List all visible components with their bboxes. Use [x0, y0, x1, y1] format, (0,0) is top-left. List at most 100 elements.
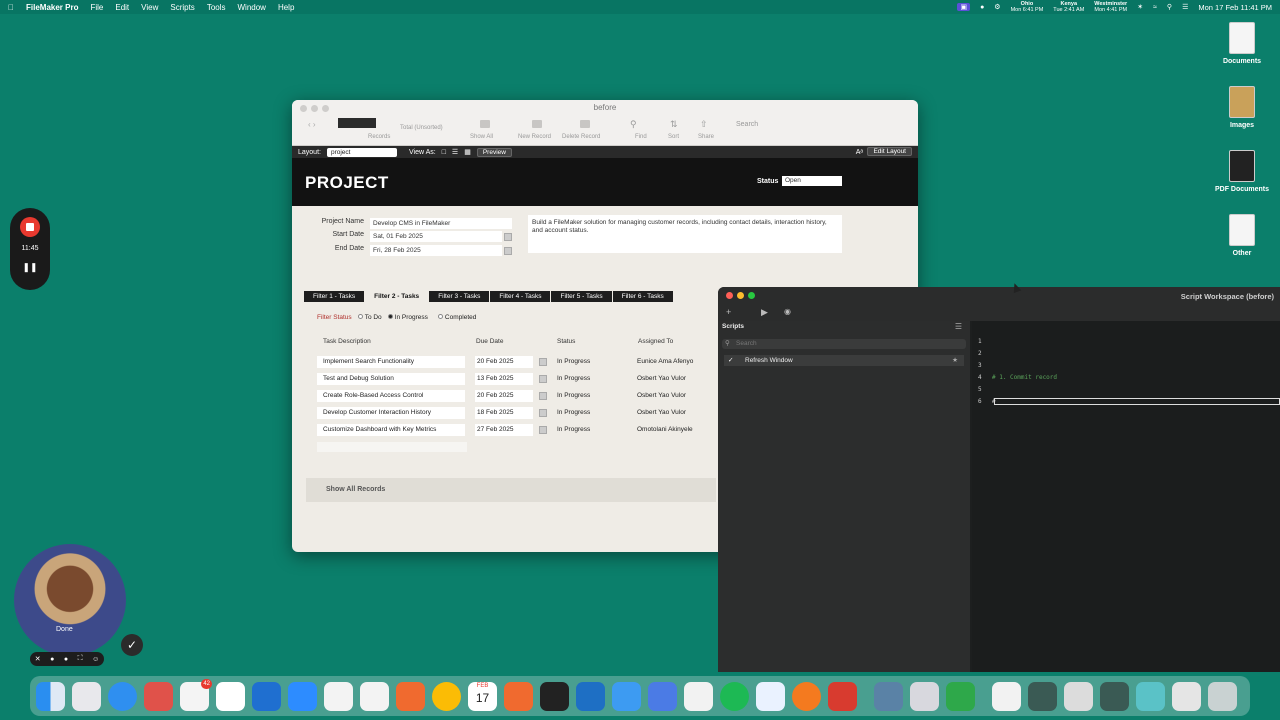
quick-find-input[interactable]: Search — [736, 121, 758, 128]
list-view-icon[interactable]: ☰ — [452, 148, 458, 156]
calendar-icon[interactable] — [539, 426, 547, 434]
finder-icon[interactable] — [36, 681, 65, 711]
sort-button[interactable]: Sort — [668, 134, 679, 140]
bluetooth-icon[interactable]: ✶ — [1137, 3, 1143, 11]
script-editor[interactable]: 1 2 3 4 # 1. Commit record 5 6 # — [972, 321, 1280, 672]
text-format-icon[interactable]: Aᵃ — [856, 149, 863, 156]
edit-layout-button[interactable]: Edit Layout — [867, 147, 912, 156]
launchpad-icon[interactable] — [72, 681, 101, 711]
list-view-icon[interactable]: ☰ — [955, 322, 962, 331]
vscode-icon[interactable] — [576, 681, 605, 711]
radio-in-progress[interactable]: In Progress — [387, 314, 428, 321]
due-date-cell[interactable]: 20 Feb 2025 — [475, 356, 533, 368]
share-icon[interactable]: ⇧ — [700, 119, 708, 130]
clock-westminster[interactable]: Westminster Mon 4:41 PM — [1094, 1, 1127, 13]
star-app-icon[interactable] — [540, 681, 569, 711]
radio-to-do[interactable]: To Do — [357, 314, 382, 321]
tool-icon[interactable] — [828, 681, 857, 711]
bbedit-icon[interactable] — [910, 681, 939, 711]
calendar-icon[interactable] — [504, 247, 512, 255]
record-slider[interactable] — [338, 118, 376, 128]
table-row[interactable]: Implement Search Functionality 20 Feb 20… — [317, 356, 737, 370]
clock-ohio[interactable]: Ohio Mon 6:41 PM — [1011, 1, 1044, 13]
share-button[interactable]: Share — [698, 134, 714, 140]
spotify-icon[interactable] — [720, 681, 749, 711]
calendar-icon[interactable] — [539, 392, 547, 400]
menu-file[interactable]: File — [90, 3, 103, 12]
tab-filter-6[interactable]: Filter 6 - Tasks — [612, 291, 673, 302]
circle-icon[interactable]: ● — [64, 656, 68, 663]
calendar-icon[interactable] — [504, 233, 512, 241]
delete-record-icon[interactable] — [580, 120, 590, 128]
project-description-field[interactable]: Build a FileMaker solution for managing … — [528, 215, 842, 253]
window-thumbnail-icon[interactable] — [1136, 681, 1165, 711]
preview-button[interactable]: Preview — [476, 147, 512, 157]
pen-app-icon[interactable] — [396, 681, 425, 711]
sort-icon[interactable]: ⇅ — [670, 119, 678, 130]
task-description-cell[interactable]: Test and Debug Solution — [317, 373, 465, 385]
calendar-icon[interactable] — [539, 358, 547, 366]
window-thumbnail-icon[interactable] — [1100, 681, 1129, 711]
status-cell[interactable]: In Progress — [557, 390, 627, 402]
delete-record-button[interactable]: Delete Record — [562, 134, 600, 140]
tab-filter-2[interactable]: Filter 2 - Tasks — [365, 291, 429, 302]
clock-kenya[interactable]: Kenya Tue 2:41 AM — [1053, 1, 1084, 13]
status-cell[interactable]: In Progress — [557, 373, 627, 385]
podcast-icon[interactable] — [792, 681, 821, 711]
tab-filter-4[interactable]: Filter 4 - Tasks — [490, 291, 551, 302]
gear-icon[interactable]: ⚙ — [994, 3, 1000, 11]
status-cell[interactable]: In Progress — [557, 356, 627, 368]
zoom-icon[interactable] — [288, 681, 317, 711]
favorite-icon[interactable]: ★ — [952, 355, 958, 366]
task-description-cell[interactable]: Develop Customer Interaction History — [317, 407, 465, 419]
table-row[interactable]: Create Role-Based Access Control 20 Feb … — [317, 390, 737, 404]
find-button[interactable]: Find — [635, 134, 647, 140]
table-row[interactable]: Test and Debug Solution 13 Feb 2025 In P… — [317, 373, 737, 387]
calendar-icon[interactable] — [539, 375, 547, 383]
task-description-cell[interactable]: Implement Search Functionality — [317, 356, 465, 368]
wifi-icon[interactable]: ≈ — [1153, 4, 1157, 11]
minimize-icon[interactable] — [737, 292, 744, 299]
calendar-icon[interactable]: FEB 17 — [468, 681, 497, 711]
filemaker-2-icon[interactable] — [360, 681, 389, 711]
window-thumbnail-icon[interactable] — [1028, 681, 1057, 711]
search-icon[interactable]: ⚲ — [1167, 3, 1172, 11]
desktop-icon-documents[interactable]: Documents — [1212, 22, 1272, 65]
desktop-icon-images[interactable]: Images — [1212, 86, 1272, 129]
user-icon[interactable]: ☺ — [92, 656, 99, 663]
numbers-icon[interactable] — [946, 681, 975, 711]
close-icon[interactable] — [726, 292, 733, 299]
screen-record-icon[interactable]: ▣ — [957, 3, 971, 11]
debug-icon[interactable]: ◉ — [784, 307, 791, 316]
zoom-icon[interactable] — [748, 292, 755, 299]
form-view-icon[interactable]: □ — [442, 149, 446, 156]
menubar-datetime[interactable]: Mon 17 Feb 11:41 PM — [1198, 3, 1272, 12]
chatgpt-icon[interactable] — [216, 681, 245, 711]
dot-icon[interactable]: ● — [50, 656, 54, 663]
tab-filter-3[interactable]: Filter 3 - Tasks — [429, 291, 490, 302]
table-view-icon[interactable]: ▦ — [464, 148, 471, 156]
start-date-field[interactable]: Sat, 01 Feb 2025 — [370, 231, 502, 242]
menu-app-name[interactable]: FileMaker Pro — [26, 3, 78, 12]
filemaker-icon[interactable] — [324, 681, 353, 711]
chrome-icon[interactable] — [432, 681, 461, 711]
mail-icon[interactable] — [612, 681, 641, 711]
task-description-cell[interactable]: Customize Dashboard with Key Metrics — [317, 424, 465, 436]
checkmark-icon[interactable]: ✓ — [121, 634, 143, 656]
project-name-field[interactable]: Develop CMS in FileMaker — [370, 218, 512, 229]
menu-tools[interactable]: Tools — [207, 3, 226, 12]
stop-recording-button[interactable] — [20, 217, 40, 237]
pause-icon[interactable]: ❚❚ — [10, 262, 50, 273]
trash-icon[interactable] — [1208, 681, 1237, 711]
menu-scripts[interactable]: Scripts — [170, 3, 194, 12]
run-script-icon[interactable]: ▶ — [761, 307, 768, 318]
bars-app-icon[interactable] — [504, 681, 533, 711]
due-date-cell[interactable]: 13 Feb 2025 — [475, 373, 533, 385]
menu-view[interactable]: View — [141, 3, 158, 12]
status-icon[interactable]: ● — [980, 4, 984, 11]
end-date-field[interactable]: Fri, 28 Feb 2025 — [370, 245, 502, 256]
show-all-icon[interactable] — [480, 120, 490, 128]
control-center-icon[interactable]: ☰ — [1182, 3, 1188, 11]
document-thumbnail-icon[interactable] — [992, 681, 1021, 711]
status-cell[interactable]: In Progress — [557, 424, 627, 436]
